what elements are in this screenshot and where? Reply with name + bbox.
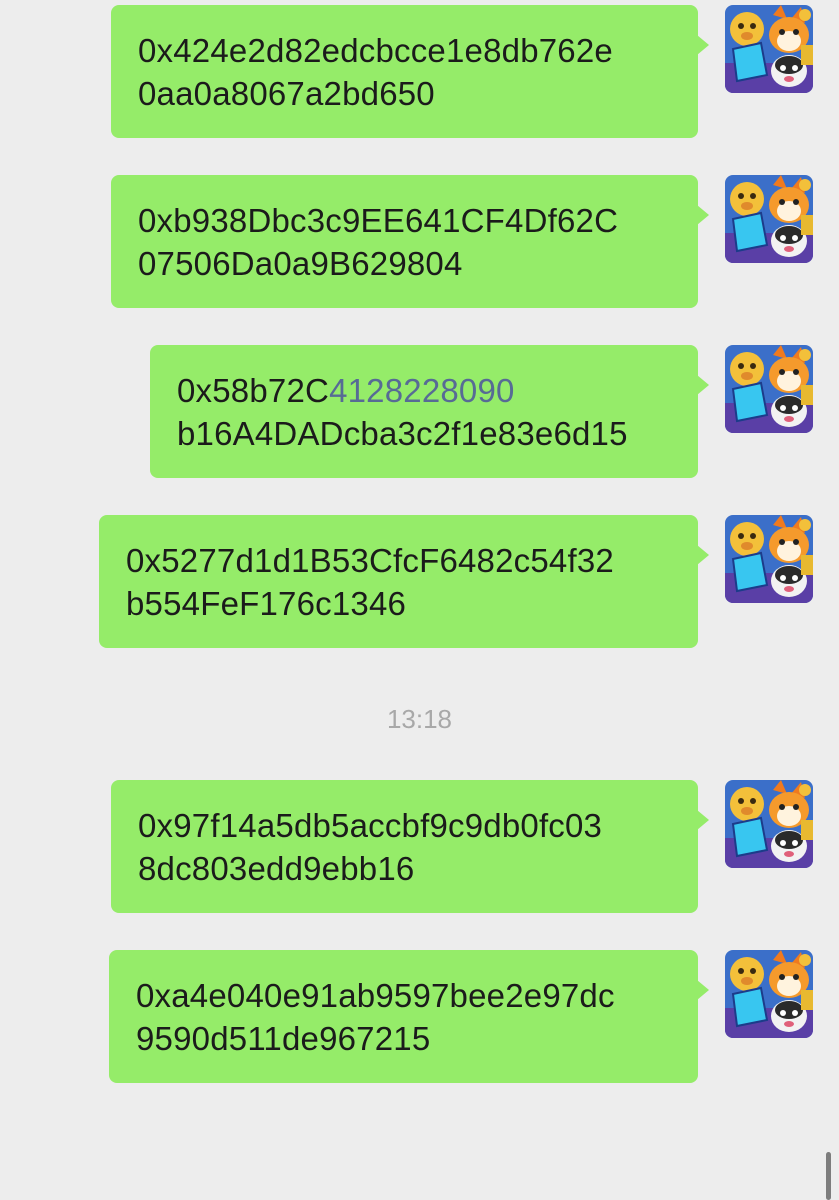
phone-number-link[interactable]: 4128228090 [329, 372, 515, 409]
avatar[interactable] [725, 175, 813, 263]
message-bubble[interactable]: 0x58b72C4128228090 b16A4DADcba3c2f1e83e6… [150, 345, 709, 478]
avatar[interactable] [725, 950, 813, 1038]
cartoon-dogs-avatar-icon [725, 950, 813, 1038]
avatar[interactable] [725, 345, 813, 433]
message-text-line: 07506Da0a9B629804 [138, 245, 463, 282]
avatar[interactable] [725, 5, 813, 93]
message-text-line: 8dc803edd9ebb16 [138, 850, 415, 887]
cartoon-dogs-avatar-icon [725, 345, 813, 433]
message-text-line: 0x5277d1d1B53CfcF6482c54f32 [126, 542, 614, 579]
message-text-line: b16A4DADcba3c2f1e83e6d15 [177, 415, 628, 452]
message-text-line: 0xa4e040e91ab9597bee2e97dc [136, 977, 615, 1014]
cartoon-dogs-avatar-icon [725, 175, 813, 263]
message-text-line: b554FeF176c1346 [126, 585, 407, 622]
message-text-prefix: 0x58b72C [177, 372, 330, 409]
message-bubble[interactable]: 0x424e2d82edcbcce1e8db762e 0aa0a8067a2bd… [111, 5, 709, 138]
cartoon-dogs-avatar-icon [725, 780, 813, 868]
cartoon-dogs-avatar-icon [725, 5, 813, 93]
scrollbar[interactable] [826, 1152, 831, 1200]
cartoon-dogs-avatar-icon [725, 515, 813, 603]
message-text-line: 0x58b72C4128228090 [177, 369, 672, 412]
message-text-line: 0xb938Dbc3c9EE641CF4Df62C [138, 202, 619, 239]
message-bubble[interactable]: 0x5277d1d1B53CfcF6482c54f32 b554FeF176c1… [99, 515, 709, 648]
message-text-line: 0x424e2d82edcbcce1e8db762e [138, 32, 613, 69]
chat-timestamp: 13:18 [386, 704, 453, 734]
message-bubble[interactable]: 0x97f14a5db5accbf9c9db0fc03 8dc803edd9eb… [111, 780, 709, 913]
message-text-line: 9590d511de967215 [136, 1020, 431, 1057]
message-text-line: 0aa0a8067a2bd650 [138, 75, 435, 112]
avatar[interactable] [725, 780, 813, 868]
message-bubble[interactable]: 0xa4e040e91ab9597bee2e97dc 9590d511de967… [109, 950, 709, 1083]
message-bubble[interactable]: 0xb938Dbc3c9EE641CF4Df62C 07506Da0a9B629… [111, 175, 709, 308]
message-text-line: 0x97f14a5db5accbf9c9db0fc03 [138, 807, 603, 844]
avatar[interactable] [725, 515, 813, 603]
